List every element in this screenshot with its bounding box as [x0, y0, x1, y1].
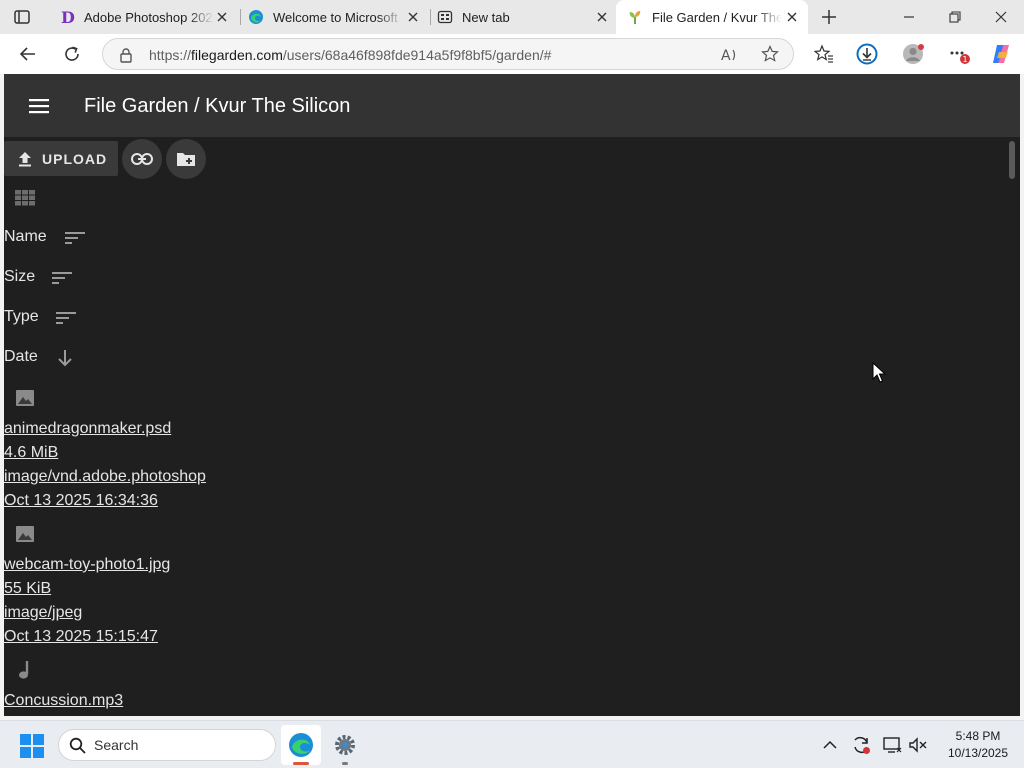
search-placeholder: Search: [94, 737, 139, 753]
sort-header-size[interactable]: Size: [4, 268, 35, 286]
file-type-link[interactable]: image/jpeg: [4, 604, 82, 622]
sync-update-icon[interactable]: [851, 735, 871, 755]
page-title: File Garden / Kvur The Silicon: [84, 95, 351, 117]
clock-time[interactable]: 5:48 PM: [940, 729, 1016, 743]
mouse-cursor-icon: [872, 361, 887, 384]
lock-icon[interactable]: [119, 47, 133, 68]
sort-lines-icon[interactable]: [55, 308, 77, 328]
tab-file-garden[interactable]: File Garden / Kvur The S: [616, 0, 808, 34]
tab-microsoft-edge-welcome[interactable]: Welcome to Microsoft E: [237, 0, 429, 34]
taskbar-search-box[interactable]: Search: [58, 729, 276, 761]
new-tab-icon[interactable]: [818, 6, 840, 28]
copilot-icon[interactable]: [990, 43, 1012, 65]
hamburger-menu-icon[interactable]: [28, 95, 50, 117]
close-icon[interactable]: [594, 9, 610, 25]
file-name-link[interactable]: webcam-toy-photo1.jpg: [4, 556, 170, 574]
upload-label: UPLOAD: [42, 150, 108, 167]
file-date-link[interactable]: Oct 13 2025 15:15:47: [4, 628, 158, 646]
tab-title: Welcome to Microsoft E: [273, 9, 403, 25]
svg-text:A: A: [721, 48, 731, 64]
address-bar[interactable]: https://filegarden.com/users/68a46f898fd…: [102, 38, 794, 70]
image-icon: [14, 524, 36, 544]
link-icon: [131, 153, 153, 165]
chevron-up-icon[interactable]: [820, 735, 840, 755]
tab-title: Adobe Photoshop 2025: [84, 9, 214, 25]
close-icon[interactable]: [784, 9, 800, 25]
url-host: filegarden.com: [191, 47, 283, 63]
windows-start-icon[interactable]: [20, 734, 44, 758]
sort-header-date[interactable]: Date: [4, 348, 38, 366]
photoshop-d-icon: D: [59, 9, 75, 25]
tab-new-tab[interactable]: New tab: [426, 0, 618, 34]
close-icon[interactable]: [405, 9, 421, 25]
volume-muted-icon[interactable]: [909, 735, 929, 755]
notification-badge: 1: [962, 55, 967, 64]
taskbar-edge-app[interactable]: [281, 725, 321, 765]
link-button[interactable]: [122, 139, 162, 179]
tab-actions-icon[interactable]: [12, 7, 32, 27]
sort-lines-icon[interactable]: [64, 228, 86, 248]
file-garden-icon: [627, 9, 643, 25]
more-menu-icon[interactable]: 1: [948, 43, 970, 65]
search-icon: [69, 737, 86, 759]
clock-date[interactable]: 10/13/2025: [940, 746, 1016, 760]
tab-photoshop[interactable]: D Adobe Photoshop 2025: [48, 0, 238, 34]
edge-icon: [248, 9, 264, 25]
taskbar-settings-app[interactable]: [325, 725, 365, 765]
favorites-icon[interactable]: [813, 43, 835, 65]
back-arrow-icon[interactable]: [17, 43, 39, 65]
file-size-link[interactable]: 4.6 MiB: [4, 444, 58, 462]
sort-lines-icon[interactable]: [51, 268, 73, 288]
arrow-down-icon[interactable]: [54, 347, 76, 369]
url-text: https://filegarden.com/users/68a46f898fd…: [149, 47, 551, 63]
grid-view-icon[interactable]: [14, 188, 36, 208]
settings-gear-icon: [333, 733, 357, 757]
downloads-icon[interactable]: [856, 43, 878, 65]
new-folder-icon: [176, 151, 196, 167]
music-note-icon: [14, 659, 36, 681]
browser-tab-strip: D Adobe Photoshop 2025 Welcome to Micros…: [0, 0, 1024, 34]
close-window-icon[interactable]: [990, 6, 1012, 28]
file-type-link[interactable]: image/vnd.adobe.photoshop: [4, 468, 206, 486]
sort-header-name[interactable]: Name: [4, 228, 47, 246]
profile-avatar-icon[interactable]: [902, 43, 924, 65]
tab-title: New tab: [462, 9, 510, 25]
newtab-icon: [437, 9, 453, 25]
minimize-icon[interactable]: [898, 6, 920, 28]
restore-icon[interactable]: [944, 6, 966, 28]
sort-header-type[interactable]: Type: [4, 308, 39, 326]
image-icon: [14, 388, 36, 408]
url-scheme: https://: [149, 47, 192, 63]
url-path: /users/68a46f898fde914a5f9f8bf5/garden/#: [282, 47, 552, 63]
file-name-link[interactable]: Concussion.mp3: [4, 692, 123, 710]
file-date-link[interactable]: Oct 13 2025 16:34:36: [4, 492, 158, 510]
favorite-star-icon[interactable]: [761, 45, 779, 68]
file-size-link[interactable]: 55 KiB: [4, 580, 51, 598]
new-folder-button[interactable]: [166, 139, 206, 179]
svg-text:D: D: [61, 9, 75, 25]
close-icon[interactable]: [214, 9, 230, 25]
windows-taskbar: Search 5:48 PM 10/13/2025: [0, 720, 1024, 768]
read-aloud-icon[interactable]: A: [721, 46, 739, 69]
active-app-indicator: [293, 762, 309, 765]
web-page: File Garden / Kvur The Silicon UPLOAD Na…: [4, 74, 1020, 716]
file-name-link[interactable]: animedragonmaker.psd: [4, 420, 171, 438]
upload-icon: [18, 151, 32, 167]
edge-icon: [288, 732, 314, 758]
scrollbar-thumb[interactable]: [1009, 141, 1015, 179]
browser-toolbar: https://filegarden.com/users/68a46f898fd…: [0, 34, 1024, 74]
refresh-icon[interactable]: [61, 43, 83, 65]
tab-title: File Garden / Kvur The S: [652, 9, 782, 25]
display-network-icon[interactable]: [883, 735, 903, 755]
running-app-indicator: [342, 762, 348, 765]
upload-button[interactable]: UPLOAD: [4, 141, 118, 176]
app-bar: File Garden / Kvur The Silicon: [4, 74, 1020, 137]
